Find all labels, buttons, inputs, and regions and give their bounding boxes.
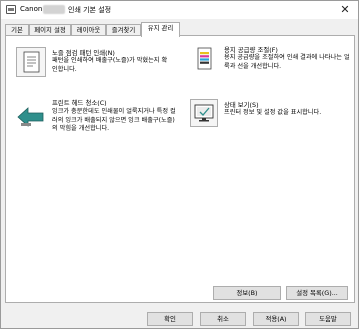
nozzle-check-desc: 패턴을 인쇄하여 배출구(노즐)가 막혔는지 확인합니다. [52,57,168,73]
close-icon[interactable]: ✕ [338,3,352,16]
help-button[interactable]: 도움말 [305,312,351,326]
printing-preferences-window: Canon 인쇄 기본 설정 ✕ 기본 페이지 설정 레이아웃 즐겨찾기 유지 … [0,0,359,329]
status-view-title: 상태 보기(S) [224,101,259,109]
tab-strip: 기본 페이지 설정 레이아웃 즐겨찾기 유지 관리 [5,22,355,37]
status-view-desc: 프린터 정보 및 설정 값을 표시합니다. [224,109,322,116]
ok-button[interactable]: 확인 [147,312,193,326]
paper-feed-title: 용지 공급량 조절(F) [224,46,278,54]
paper-feed-icon[interactable] [189,44,219,74]
window-title-brand: Canon [20,5,43,13]
nozzle-pattern-icon[interactable] [16,47,46,77]
redacted-model-name [43,5,65,14]
nozzle-check-title: 노즐 점검 패턴 인쇄(N) [52,49,115,57]
cancel-button[interactable]: 취소 [200,312,246,326]
head-cleaning-desc: 잉크가 충분한데도 인쇄물이 얼룩지거나 특정 컬러의 잉크가 배출되지 않으면… [52,108,176,132]
head-cleaning-title: 프린트 헤드 청소(C) [52,99,107,107]
printer-app-icon [6,5,16,14]
paper-feed-desc: 용지 공급량을 조절하여 인쇄 결과에 나타나는 얼룩과 선을 개선합니다. [224,54,350,70]
settings-list-button[interactable]: 설정 목록(G)... [286,286,348,300]
tab-maintenance[interactable]: 유지 관리 [141,22,180,37]
info-button[interactable]: 정보(B) [213,286,281,300]
status-monitor-icon[interactable] [190,99,218,127]
window-title: 인쇄 기본 설정 [68,6,112,14]
maintenance-panel: 노즐 점검 패턴 인쇄(N) 패턴을 인쇄하여 배출구(노즐)가 막혔는지 확인… [5,35,355,303]
apply-button[interactable]: 적용(A) [253,312,299,326]
head-cleaning-icon[interactable] [15,99,47,131]
title-bar: Canon 인쇄 기본 설정 ✕ [1,1,358,19]
